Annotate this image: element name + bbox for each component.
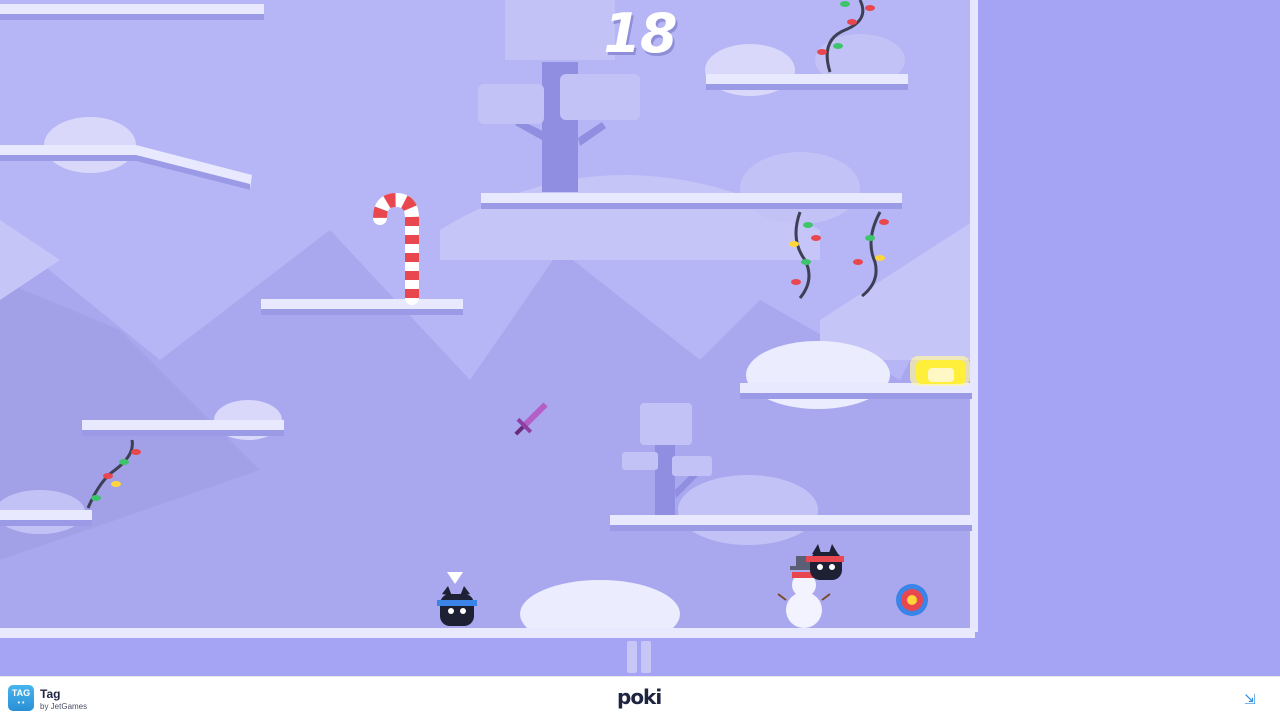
game-canvas[interactable]: 18: [0, 0, 1280, 676]
platform: [706, 74, 908, 90]
platform: [610, 515, 972, 531]
score-counter: 18: [603, 2, 677, 65]
pause-icon: [627, 641, 637, 673]
developer-label: by JetGames: [40, 702, 88, 711]
right-wall-edge: [970, 0, 978, 632]
pause-button[interactable]: [625, 641, 655, 675]
ground: [0, 628, 975, 676]
poki-logo[interactable]: poki: [617, 685, 662, 709]
platform: [261, 299, 463, 315]
fullscreen-icon[interactable]: ⇲: [1244, 691, 1256, 708]
bottom-bar: TAG • • Tag by JetGames poki ⇲: [0, 676, 1280, 720]
platform: [481, 193, 902, 209]
game-app-icon[interactable]: TAG • •: [8, 685, 34, 711]
platform: [0, 510, 92, 526]
portal: [896, 584, 928, 616]
game-title[interactable]: Tag: [40, 687, 60, 701]
platform: [82, 420, 284, 436]
powerup-block: [910, 356, 970, 386]
platform: [0, 4, 264, 20]
right-wall: [975, 0, 1280, 676]
